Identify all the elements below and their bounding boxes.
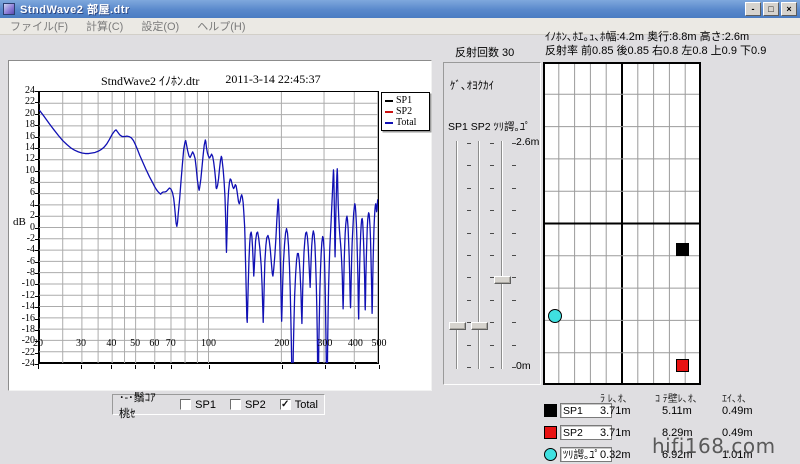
maximize-button[interactable]: □ — [763, 2, 779, 16]
height-panel: ｹﾞ､ｵﾖｸｶｲ SP1 SP2 ﾂﾘ諤｡ﾕﾟ 2.6m 0m — [443, 62, 541, 385]
menu-item-settings[interactable]: 設定(O) — [139, 18, 181, 34]
frequency-response-plot — [38, 91, 379, 364]
room-grid — [543, 62, 701, 385]
reflectance-label: 反射率 前0.85 後0.85 右0.8 左0.8 上0.9 下0.9 — [545, 44, 766, 58]
legend-item-total: Total — [385, 117, 426, 128]
room-dimensions-label: ｲﾉﾎﾝ､ﾎｴ｡ｭ､ﾎ幅:4.2m 奥行:8.8m 高さ:2.6m — [545, 30, 766, 44]
chart-panel: StndWave2 ｲﾉﾎﾝ.dtr 2011-3-14 22:45:37 dB… — [8, 60, 432, 391]
close-button[interactable]: × — [781, 2, 797, 16]
slider-max-label: 2.6m — [516, 136, 539, 148]
sp1-checkbox[interactable] — [180, 399, 191, 410]
room-info: ｲﾉﾎﾝ､ﾎｴ｡ｭ､ﾎ幅:4.2m 奥行:8.8m 高さ:2.6m 反射率 前0… — [545, 30, 766, 58]
slider-columns-label: SP1 SP2 ﾂﾘ諤｡ﾕﾟ — [448, 119, 530, 134]
listener-marker[interactable] — [548, 309, 562, 323]
plot-canvas — [39, 92, 378, 363]
chart-timestamp: 2011-3-14 22:45:37 — [225, 72, 320, 89]
title-bar[interactable]: StndWave2 部屋.dtr - □ × — [0, 0, 800, 18]
sp2-checkbox[interactable] — [230, 399, 241, 410]
chart-title: StndWave2 ｲﾉﾎﾝ.dtr 2011-3-14 22:45:37 — [101, 72, 321, 89]
sp1-swatch — [544, 404, 557, 417]
room-map — [543, 62, 701, 385]
sp2-height-slider-thumb[interactable] — [471, 322, 488, 330]
sp2-height-slider-track[interactable] — [478, 141, 480, 369]
listener-height-slider-thumb[interactable] — [494, 276, 511, 284]
checkbox-sp1[interactable]: SP1 — [180, 399, 216, 411]
app-icon — [3, 3, 15, 15]
total-checkbox[interactable]: ✓ — [280, 399, 291, 410]
legend-item-sp2: SP2 — [385, 106, 426, 117]
display-options-bar: ･-･鬚ｺｱ桃ｾ SP1 SP2 ✓ Total — [112, 394, 325, 415]
sp2-line-swatch — [385, 111, 393, 113]
chart-title-file: StndWave2 ｲﾉﾎﾝ.dtr — [101, 72, 199, 89]
menu-item-calculate[interactable]: 計算(C) — [84, 18, 125, 34]
window-title: StndWave2 部屋.dtr — [20, 1, 130, 17]
sp1-marker[interactable] — [676, 243, 689, 256]
slider-min-label: 0m — [516, 360, 531, 372]
display-options-label: ･-･鬚ｺｱ桃ｾ — [119, 389, 166, 421]
table-row-sp1: 3.71m 5.11m 0.49m — [540, 402, 800, 422]
sp2-marker[interactable] — [676, 359, 689, 372]
checkbox-sp2[interactable]: SP2 — [230, 399, 266, 411]
reflection-count-label: 反射回数 30 — [455, 44, 514, 60]
forum-watermark: hifi168.com — [652, 434, 776, 458]
checkbox-total[interactable]: ✓ Total — [280, 399, 318, 411]
sp1-line-swatch — [385, 100, 393, 102]
legend-item-sp1: SP1 — [385, 95, 426, 106]
listener-swatch — [544, 448, 557, 461]
sp2-swatch — [544, 426, 557, 439]
sp1-height-slider-thumb[interactable] — [449, 322, 466, 330]
chart-legend: SP1 SP2 Total — [381, 92, 430, 131]
minimize-button[interactable]: - — [745, 2, 761, 16]
total-line-swatch — [385, 122, 393, 124]
listener-height-slider-track[interactable] — [501, 141, 503, 369]
sp1-height-slider-track[interactable] — [456, 141, 458, 369]
height-panel-title: ｹﾞ､ｵﾖｸｶｲ — [450, 77, 494, 93]
menu-item-help[interactable]: ヘルプ(H) — [195, 18, 247, 34]
menu-item-file[interactable]: ファイル(F) — [8, 18, 70, 34]
